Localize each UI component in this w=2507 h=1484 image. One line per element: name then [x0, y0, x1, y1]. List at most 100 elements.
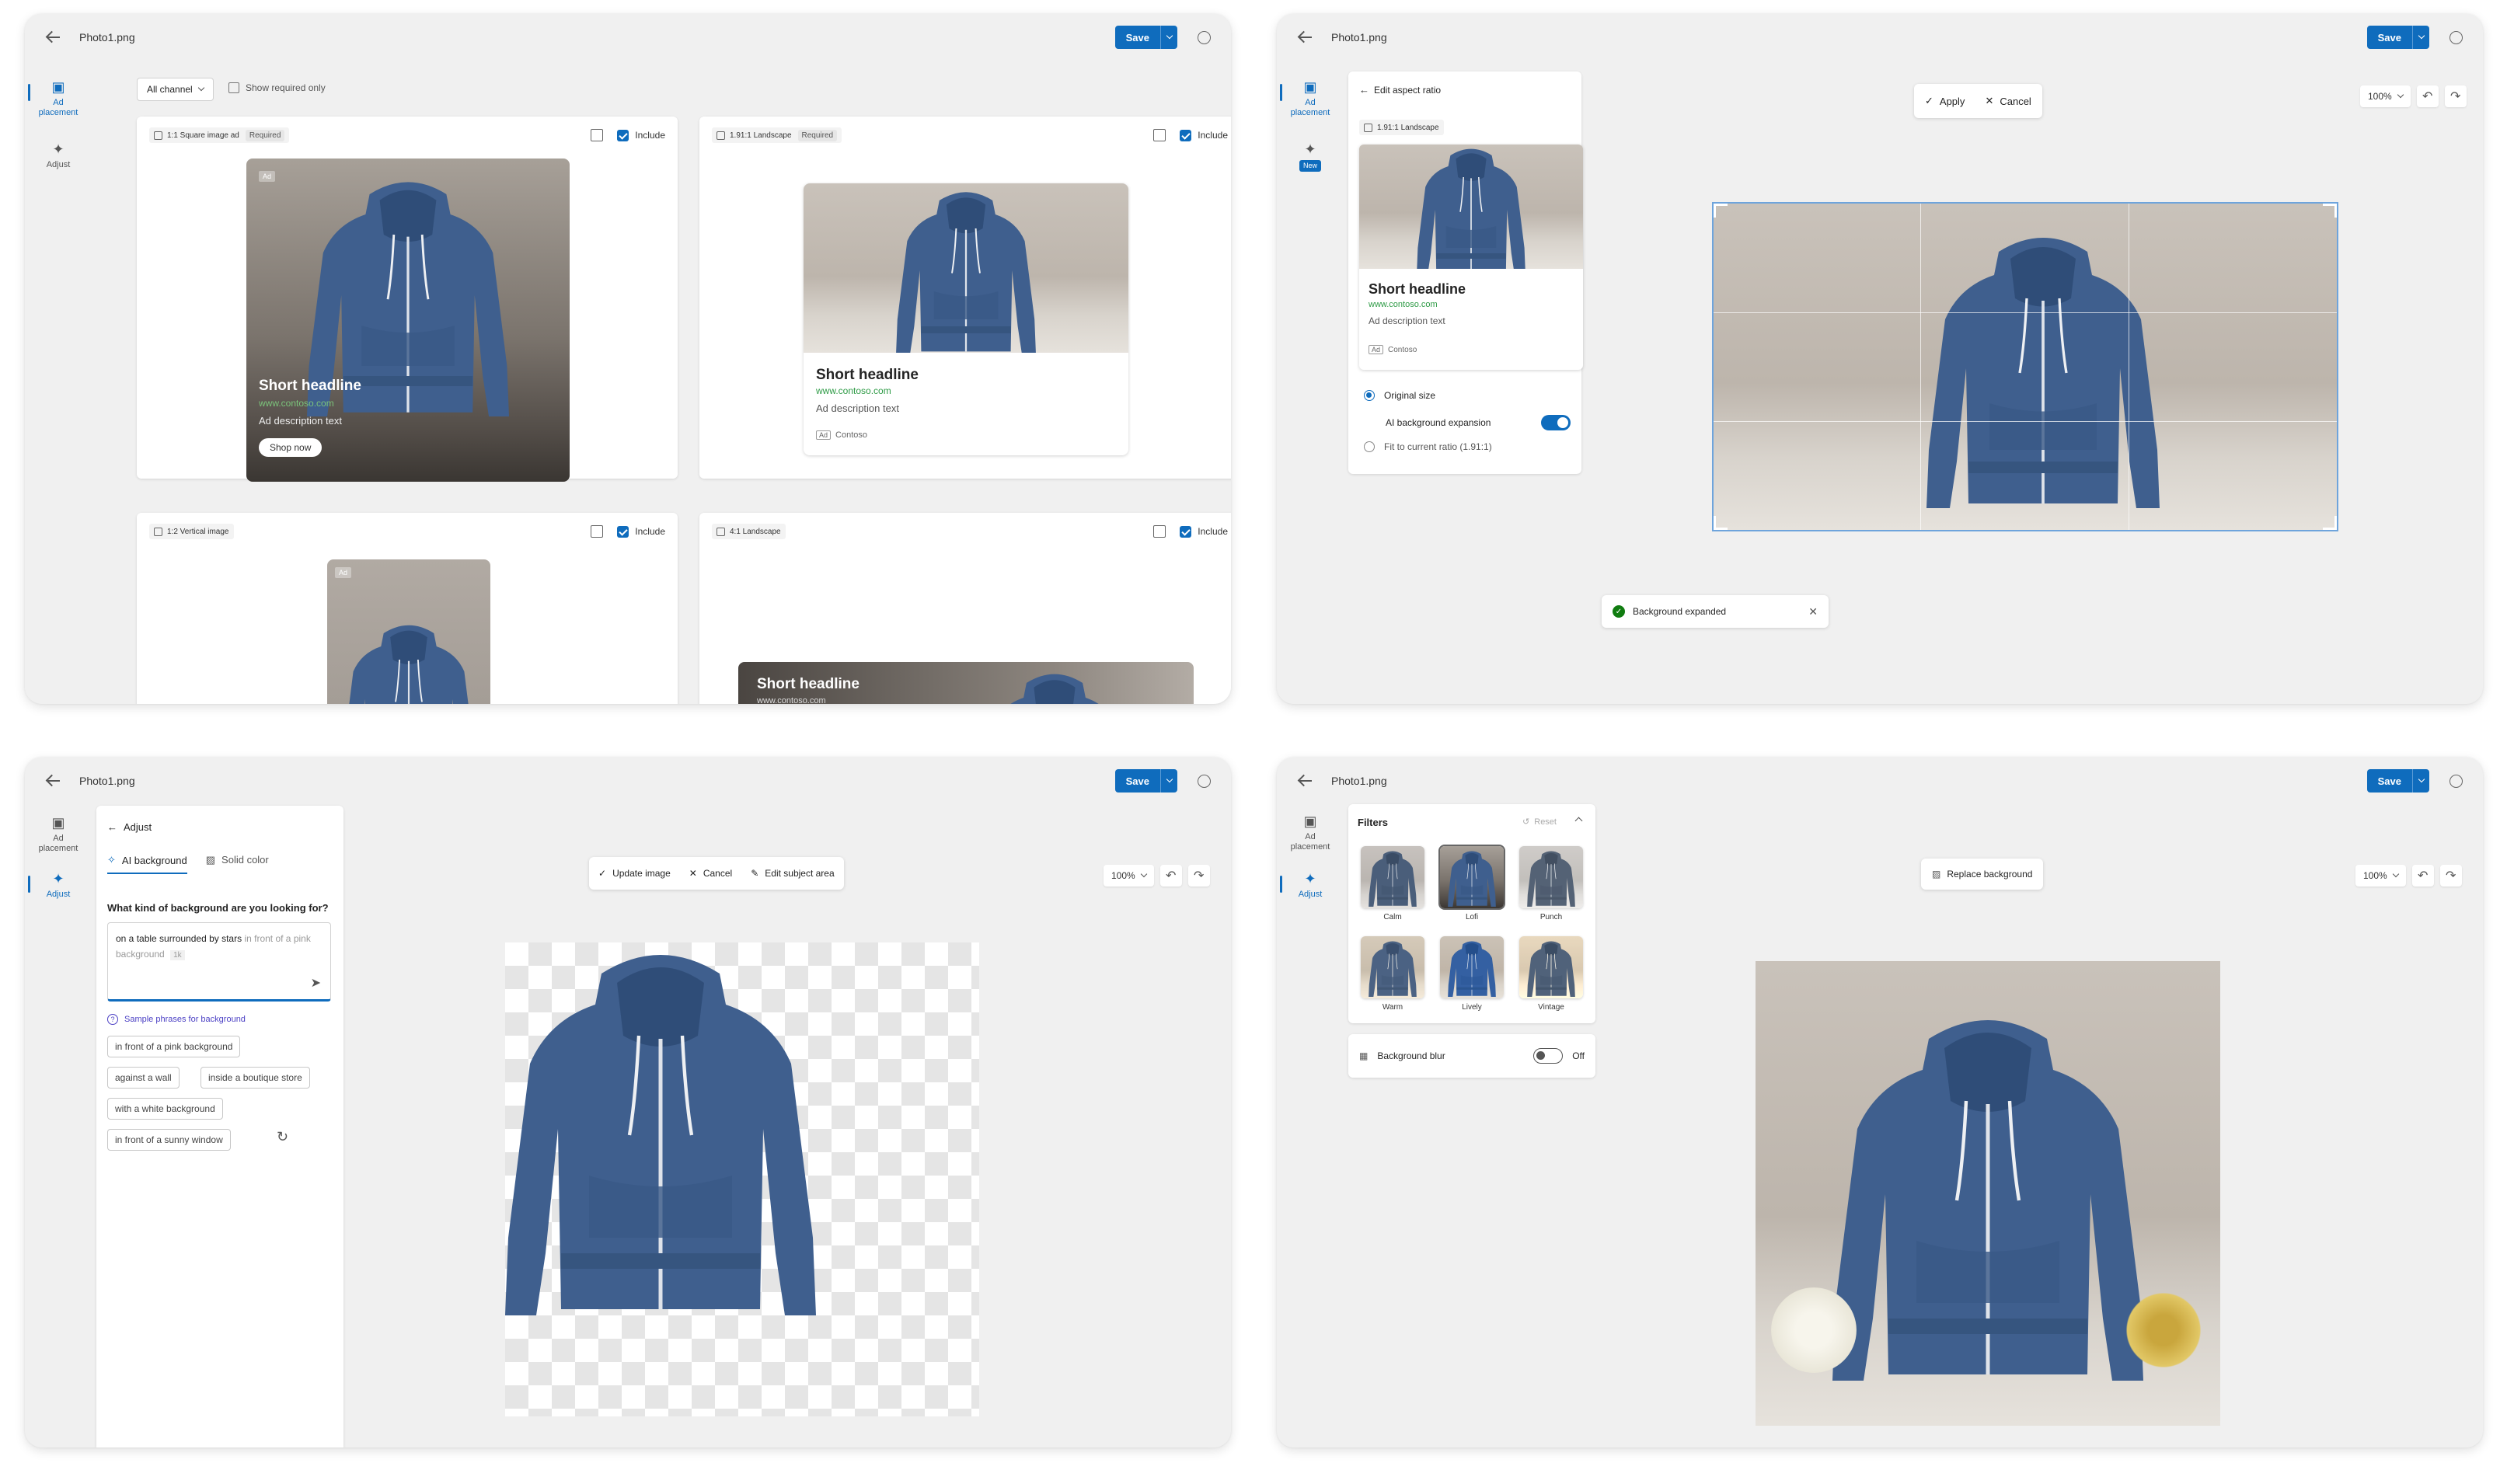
placement-tag: 1.91:1 Landscape Required: [712, 127, 842, 143]
ai-expansion-toggle[interactable]: [1541, 415, 1571, 430]
sample-phrase-chip[interactable]: in front of a sunny window: [107, 1129, 231, 1151]
crop-icon[interactable]: [1153, 525, 1166, 538]
title-bar: Photo1.png Save: [25, 14, 1231, 61]
save-button[interactable]: Save: [2366, 26, 2412, 49]
filter-thumb-calm[interactable]: [1361, 846, 1424, 908]
success-check-icon: ✓: [1613, 605, 1625, 618]
rail-label: Adjust: [1298, 890, 1323, 899]
channel-filter-dropdown[interactable]: All channel: [137, 78, 214, 101]
status-circle-icon[interactable]: [1198, 30, 1211, 44]
ad-preview-square: Ad Short headline www.contoso.com Ad des…: [246, 159, 570, 482]
sample-phrase-chip[interactable]: with a white background: [107, 1098, 223, 1120]
rail-item-adjust[interactable]: ✦ New: [1277, 141, 1344, 172]
replace-background-button[interactable]: ▨ Replace background: [1921, 859, 2044, 890]
zoom-dropdown[interactable]: 100%: [1104, 865, 1154, 887]
crop-handle[interactable]: [1714, 516, 1728, 530]
cancel-button[interactable]: ✕ Cancel: [1985, 95, 2031, 107]
rail-label: Ad placement: [1290, 832, 1330, 852]
edit-aspect-ratio-back[interactable]: ← Edit aspect ratio: [1359, 84, 1441, 96]
background-blur-toggle[interactable]: [1533, 1048, 1564, 1064]
edit-subject-label: Edit subject area: [765, 868, 835, 879]
refresh-icon[interactable]: ↻: [277, 1129, 288, 1145]
status-circle-icon[interactable]: [2449, 30, 2463, 44]
rail-item-ad-placement[interactable]: ▣ Ad placement: [1277, 79, 1344, 118]
radio-unselected-icon: [1364, 441, 1375, 452]
status-circle-icon[interactable]: [1198, 774, 1211, 788]
sample-phrase-chip[interactable]: inside a boutique store: [200, 1067, 310, 1089]
blur-state: Off: [1572, 1050, 1585, 1061]
tab-solid-color[interactable]: ▨ Solid color: [206, 854, 269, 874]
adjust-back[interactable]: ← Adjust: [107, 821, 152, 833]
hoodie-image: [1369, 941, 1417, 997]
cancel-button[interactable]: ✕ Cancel: [689, 868, 732, 879]
redo-icon[interactable]: ↷: [2444, 85, 2467, 107]
edit-subject-area-button[interactable]: ✎ Edit subject area: [751, 868, 834, 879]
crop-handle[interactable]: [2323, 204, 2337, 218]
toast-message: Background expanded: [1633, 606, 1727, 617]
back-arrow-icon[interactable]: [1297, 29, 1314, 46]
zoom-dropdown[interactable]: 100%: [2360, 85, 2411, 107]
redo-icon[interactable]: ↷: [2439, 865, 2462, 887]
option-fit-ratio[interactable]: Fit to current ratio (1.91:1): [1364, 441, 1492, 452]
save-button[interactable]: Save: [1114, 769, 1160, 793]
rail-item-ad-placement[interactable]: ▣ Ad placement: [1277, 813, 1344, 852]
undo-icon[interactable]: ↶: [2416, 85, 2439, 107]
save-dropdown-chevron-icon[interactable]: [2412, 26, 2429, 49]
crop-handle[interactable]: [2323, 516, 2337, 530]
panel-title: Adjust: [124, 821, 152, 833]
back-arrow-icon[interactable]: [45, 772, 62, 789]
close-icon[interactable]: ✕: [1808, 605, 1818, 618]
save-dropdown-chevron-icon[interactable]: [2412, 769, 2429, 793]
ad-badge: Ad: [335, 567, 352, 578]
back-arrow-icon[interactable]: [1297, 772, 1314, 789]
back-arrow-icon[interactable]: [45, 29, 62, 46]
save-dropdown-chevron-icon[interactable]: [1160, 769, 1177, 793]
include-checkbox[interactable]: [1180, 525, 1192, 538]
rail-label: Ad placement: [38, 834, 78, 853]
crop-icon[interactable]: [591, 525, 604, 538]
rail-item-adjust[interactable]: ✦ Adjust: [1277, 871, 1344, 900]
rail-item-ad-placement[interactable]: ▣ Ad placement: [25, 79, 92, 118]
filter-thumb-lofi[interactable]: [1440, 846, 1504, 908]
crop-icon[interactable]: [1153, 129, 1166, 141]
shop-now-button[interactable]: Shop now: [259, 438, 323, 457]
filter-thumb-warm[interactable]: [1361, 936, 1424, 998]
filter-label: Vintage: [1538, 1003, 1564, 1012]
sample-phrase-chip[interactable]: against a wall: [107, 1067, 180, 1089]
ad-image: [804, 183, 1128, 353]
update-image-button[interactable]: ✓ Update image: [598, 868, 671, 879]
rail-item-ad-placement[interactable]: ▣ Ad placement: [25, 815, 92, 854]
redo-icon[interactable]: ↷: [1187, 865, 1210, 887]
background-tabs: ✧ AI background ▨ Solid color: [107, 854, 269, 874]
crop-handle[interactable]: [1714, 204, 1728, 218]
filter-thumb-punch[interactable]: [1519, 846, 1583, 908]
filter-thumb-lively[interactable]: [1440, 936, 1504, 998]
option-original-size[interactable]: Original size: [1364, 390, 1435, 401]
tab-ai-background[interactable]: ✧ AI background: [107, 854, 187, 874]
prompt-input[interactable]: on a table surrounded by stars in front …: [107, 922, 331, 1002]
status-circle-icon[interactable]: [2449, 774, 2463, 788]
filter-thumb-vintage[interactable]: [1519, 936, 1583, 998]
save-dropdown-chevron-icon[interactable]: [1160, 26, 1177, 49]
include-checkbox[interactable]: [617, 525, 629, 538]
undo-icon[interactable]: ↶: [1159, 865, 1182, 887]
include-checkbox[interactable]: [617, 129, 629, 141]
save-button[interactable]: Save: [1114, 26, 1160, 49]
undo-icon[interactable]: ↶: [2411, 865, 2434, 887]
show-required-toggle[interactable]: Show required only: [228, 82, 326, 93]
zoom-value: 100%: [2368, 91, 2392, 102]
sample-phrase-chip[interactable]: in front of a pink background: [107, 1036, 241, 1057]
apply-button[interactable]: ✓ Apply: [1925, 95, 1965, 107]
ai-background-window: Photo1.png Save ▣ Ad placement ✦ Adjust …: [25, 758, 1231, 1447]
rail-item-adjust[interactable]: ✦ Adjust: [25, 141, 92, 170]
save-button[interactable]: Save: [2366, 769, 2412, 793]
rail-item-adjust[interactable]: ✦ Adjust: [25, 871, 92, 900]
reset-button[interactable]: ↺ Reset: [1522, 817, 1557, 827]
save-button-group: Save: [1114, 769, 1177, 793]
rail-label: Adjust: [46, 160, 71, 169]
chevron-up-icon[interactable]: [1574, 817, 1583, 825]
zoom-dropdown[interactable]: 100%: [2355, 865, 2406, 887]
crop-icon[interactable]: [591, 129, 604, 141]
include-checkbox[interactable]: [1180, 129, 1192, 141]
send-icon[interactable]: ➤: [311, 976, 321, 991]
